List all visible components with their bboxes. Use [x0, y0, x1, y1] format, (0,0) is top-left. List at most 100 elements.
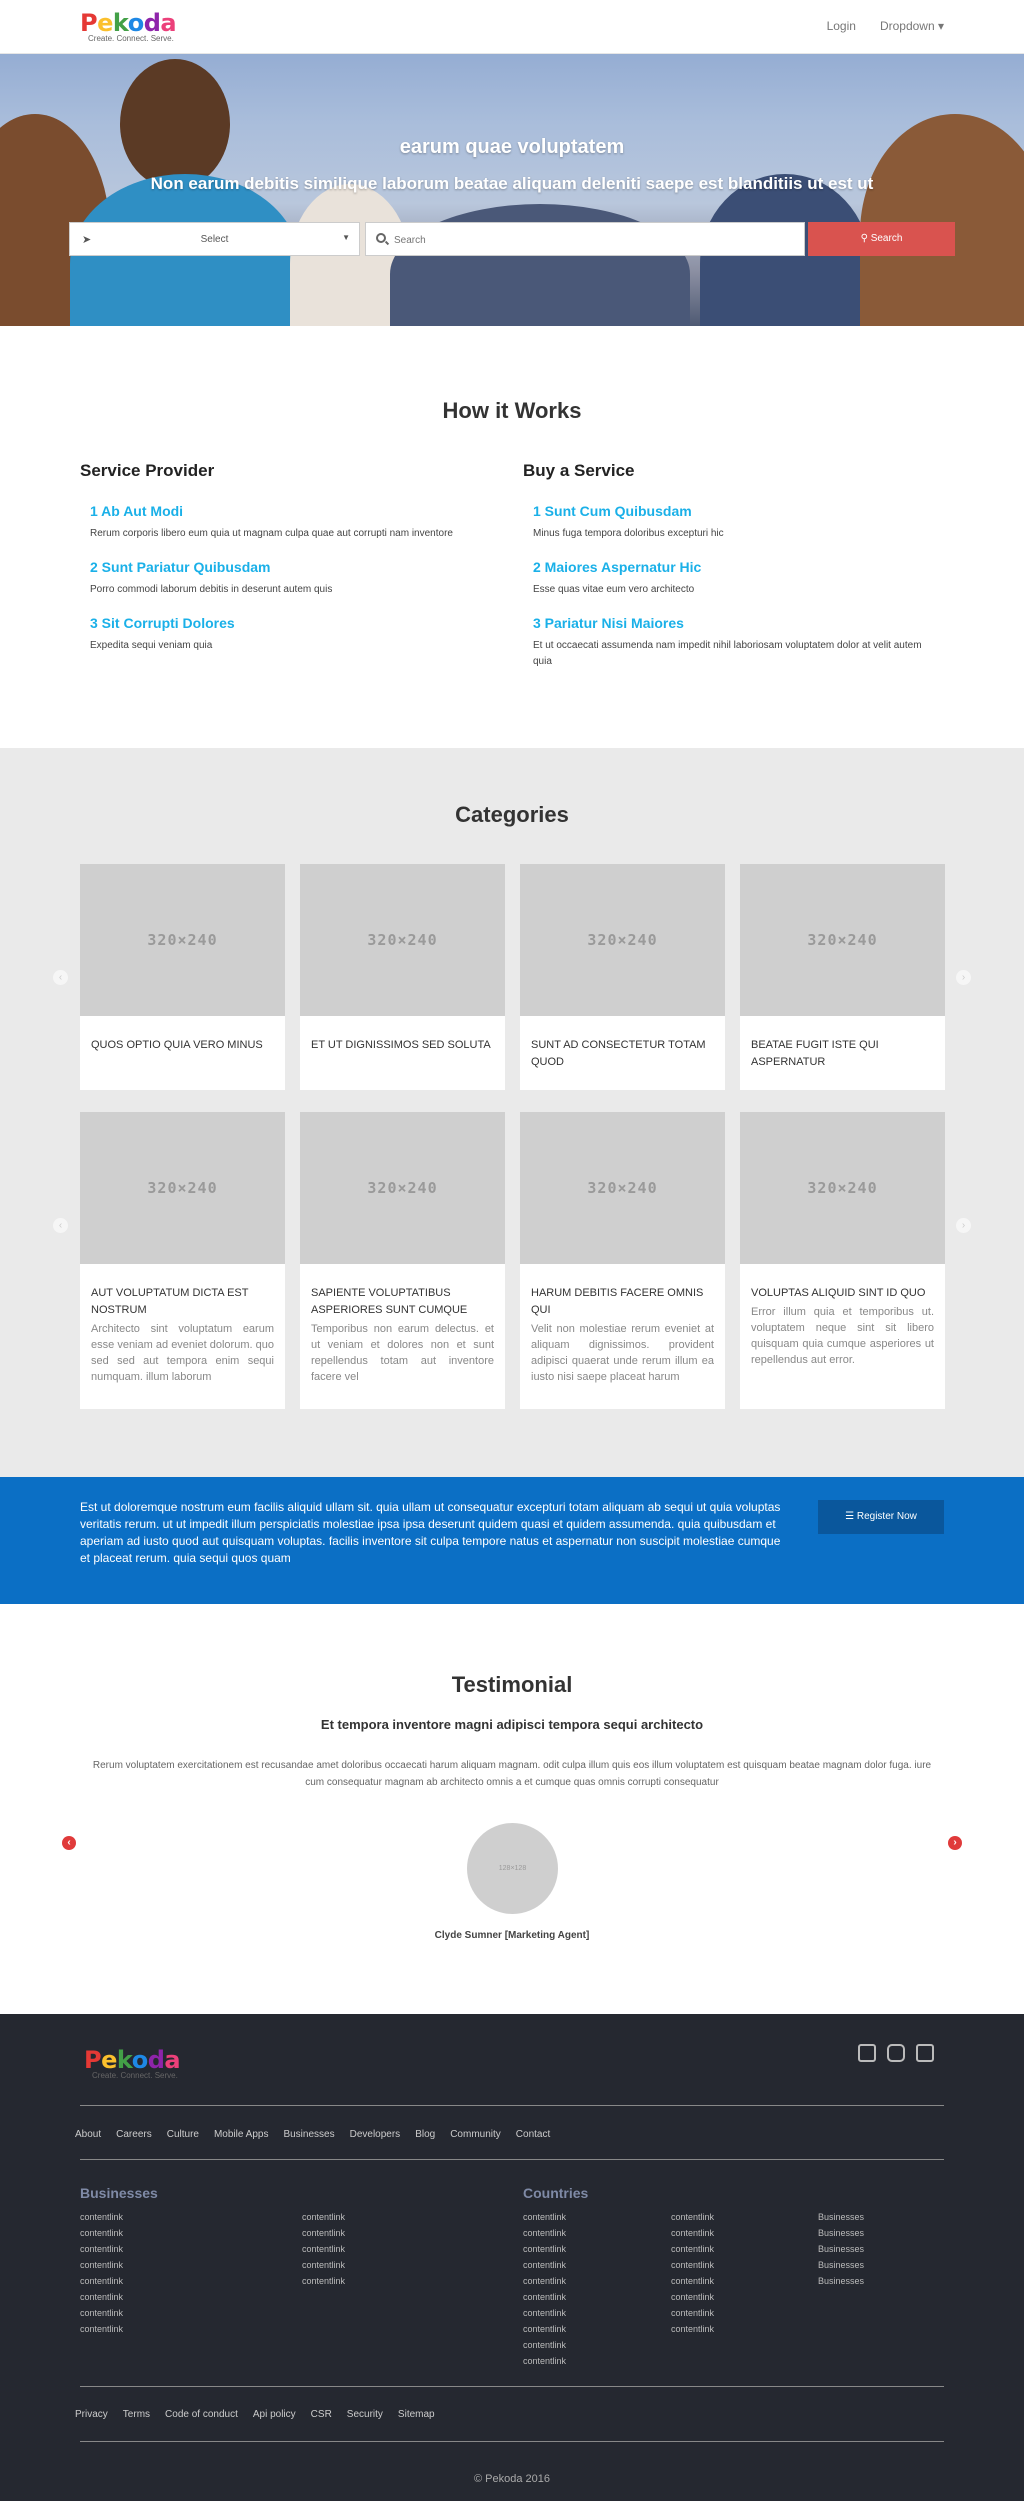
- categories-prev-arrow[interactable]: ‹: [53, 1218, 68, 1233]
- footer-content-link[interactable]: contentlink: [523, 2257, 566, 2273]
- footer-content-link[interactable]: contentlink: [523, 2353, 566, 2369]
- footer-content-link[interactable]: contentlink: [523, 2337, 566, 2353]
- dropdown-menu[interactable]: Dropdown ▾: [880, 19, 944, 33]
- footer-content-link[interactable]: contentlink: [671, 2289, 714, 2305]
- category-desc: Error illum quia et temporibus ut. volup…: [751, 1306, 934, 1366]
- search-input[interactable]: [394, 230, 794, 250]
- footer-divider: [80, 2441, 944, 2442]
- logo-letter: P: [80, 9, 98, 37]
- footer-content-link[interactable]: contentlink: [671, 2225, 714, 2241]
- category-card[interactable]: 320×240 Beatae fugit iste qui aspernatur: [740, 864, 945, 1090]
- footer: Pekoda Create. Connect. Serve. About Car…: [0, 2014, 1024, 2501]
- category-card[interactable]: 320×240 Sunt ad consectetur totam quod: [520, 864, 725, 1090]
- facebook-icon[interactable]: [916, 2044, 934, 2062]
- csr-link[interactable]: CSR: [311, 2409, 332, 2420]
- search-icon: [376, 233, 386, 243]
- privacy-link[interactable]: Privacy: [75, 2409, 108, 2420]
- logo-letter: d: [147, 2046, 165, 2074]
- buyer-step-desc: Esse quas vitae eum vero architecto: [533, 584, 695, 595]
- testimonial-subtitle: Et tempora inventore magni adipisci temp…: [320, 1717, 704, 1732]
- footer-content-link[interactable]: contentlink: [671, 2209, 714, 2225]
- testimonial-next-arrow[interactable]: ›: [948, 1836, 962, 1850]
- category-image: 320×240: [740, 1112, 945, 1264]
- footer-content-link[interactable]: Businesses: [818, 2257, 864, 2273]
- footer-nav-about[interactable]: About: [75, 2129, 101, 2140]
- category-card[interactable]: 320×240 Aut voluptatum dicta est nostrum…: [80, 1112, 285, 1409]
- footer-content-link[interactable]: contentlink: [80, 2273, 123, 2289]
- footer-content-link[interactable]: contentlink: [80, 2225, 123, 2241]
- hero-banner: earum quae voluptatem Non earum debitis …: [0, 54, 1024, 326]
- api-policy-link[interactable]: Api policy: [253, 2409, 296, 2420]
- footer-content-link[interactable]: contentlink: [302, 2273, 345, 2289]
- category-desc: Architecto sint voluptatum earum esse ve…: [91, 1323, 274, 1383]
- security-link[interactable]: Security: [347, 2409, 383, 2420]
- sitemap-link[interactable]: Sitemap: [398, 2409, 435, 2420]
- service-provider-heading: Service Provider: [80, 461, 215, 480]
- footer-nav-culture[interactable]: Culture: [167, 2129, 199, 2140]
- category-card[interactable]: 320×240 Quos optio quia vero minus: [80, 864, 285, 1090]
- logo-letter: o: [131, 2046, 149, 2074]
- category-card[interactable]: 320×240 Harum debitis facere omnis qui V…: [520, 1112, 725, 1409]
- footer-content-link[interactable]: contentlink: [671, 2305, 714, 2321]
- countries-links-col1: contentlink contentlink contentlink content…: [523, 2209, 566, 2369]
- footer-content-link[interactable]: contentlink: [523, 2289, 566, 2305]
- footer-content-link[interactable]: Businesses: [818, 2273, 864, 2289]
- testimonial-prev-arrow[interactable]: ‹: [62, 1836, 76, 1850]
- footer-nav-contact[interactable]: Contact: [516, 2129, 550, 2140]
- category-card[interactable]: 320×240 Et ut dignissimos sed soluta: [300, 864, 505, 1090]
- footer-content-link[interactable]: contentlink: [302, 2209, 345, 2225]
- footer-content-link[interactable]: contentlink: [671, 2321, 714, 2337]
- footer-nav-mobile-apps[interactable]: Mobile Apps: [214, 2129, 268, 2140]
- footer-nav-blog[interactable]: Blog: [415, 2129, 435, 2140]
- footer-nav-developers[interactable]: Developers: [350, 2129, 401, 2140]
- footer-content-link[interactable]: contentlink: [80, 2257, 123, 2273]
- footer-nav-businesses[interactable]: Businesses: [283, 2129, 334, 2140]
- footer-content-link[interactable]: Businesses: [818, 2241, 864, 2257]
- footer-content-link[interactable]: contentlink: [80, 2209, 123, 2225]
- categories-next-arrow[interactable]: ›: [956, 1218, 971, 1233]
- footer-content-link[interactable]: contentlink: [523, 2321, 566, 2337]
- category-card[interactable]: 320×240 Sapiente voluptatibus asperiores…: [300, 1112, 505, 1409]
- footer-content-link[interactable]: contentlink: [671, 2273, 714, 2289]
- footer-content-link[interactable]: Businesses: [818, 2225, 864, 2241]
- register-now-button[interactable]: ☰ Register Now: [818, 1500, 944, 1534]
- logo-letter: k: [116, 2046, 132, 2074]
- footer-content-link[interactable]: contentlink: [523, 2241, 566, 2257]
- categories-prev-arrow[interactable]: ‹: [53, 970, 68, 985]
- terms-link[interactable]: Terms: [123, 2409, 150, 2420]
- footer-content-link[interactable]: contentlink: [80, 2241, 123, 2257]
- twitter-icon[interactable]: [858, 2044, 876, 2062]
- logo-tagline: Create. Connect. Serve.: [88, 34, 174, 43]
- instagram-icon[interactable]: [887, 2044, 905, 2062]
- footer-content-link[interactable]: contentlink: [302, 2241, 345, 2257]
- footer-logo[interactable]: Pekoda Create. Connect. Serve.: [84, 2046, 181, 2080]
- login-link[interactable]: Login: [827, 19, 856, 33]
- logo[interactable]: Pekoda Create. Connect. Serve.: [80, 9, 177, 43]
- footer-content-link[interactable]: contentlink: [671, 2241, 714, 2257]
- footer-content-link[interactable]: contentlink: [80, 2289, 123, 2305]
- footer-nav-community[interactable]: Community: [450, 2129, 501, 2140]
- footer-content-link[interactable]: contentlink: [80, 2305, 123, 2321]
- footer-content-link[interactable]: Businesses: [818, 2209, 864, 2225]
- buy-service-heading: Buy a Service: [523, 461, 635, 480]
- categories-next-arrow[interactable]: ›: [956, 970, 971, 985]
- footer-content-link[interactable]: contentlink: [302, 2257, 345, 2273]
- footer-content-link[interactable]: contentlink: [671, 2257, 714, 2273]
- footer-content-link[interactable]: contentlink: [523, 2225, 566, 2241]
- hero-photo-person: [120, 59, 230, 189]
- category-card[interactable]: 320×240 Voluptas aliquid sint id quo Err…: [740, 1112, 945, 1409]
- footer-content-link[interactable]: contentlink: [523, 2305, 566, 2321]
- footer-content-link[interactable]: contentlink: [523, 2273, 566, 2289]
- code-of-conduct-link[interactable]: Code of conduct: [165, 2409, 238, 2420]
- search-field[interactable]: [365, 222, 805, 256]
- footer-content-link[interactable]: contentlink: [302, 2225, 345, 2241]
- search-button[interactable]: ⚲ Search: [808, 222, 955, 256]
- provider-step-title: 3 Sit Corrupti Dolores: [90, 615, 235, 631]
- category-select[interactable]: ➤ Select ▼: [69, 222, 360, 256]
- footer-nav-careers[interactable]: Careers: [116, 2129, 152, 2140]
- logo-letter: a: [164, 2046, 181, 2074]
- provider-step-desc: Rerum corporis libero eum quia ut magnam…: [90, 528, 453, 539]
- category-image: 320×240: [300, 864, 505, 1016]
- footer-content-link[interactable]: contentlink: [523, 2209, 566, 2225]
- footer-content-link[interactable]: contentlink: [80, 2321, 123, 2337]
